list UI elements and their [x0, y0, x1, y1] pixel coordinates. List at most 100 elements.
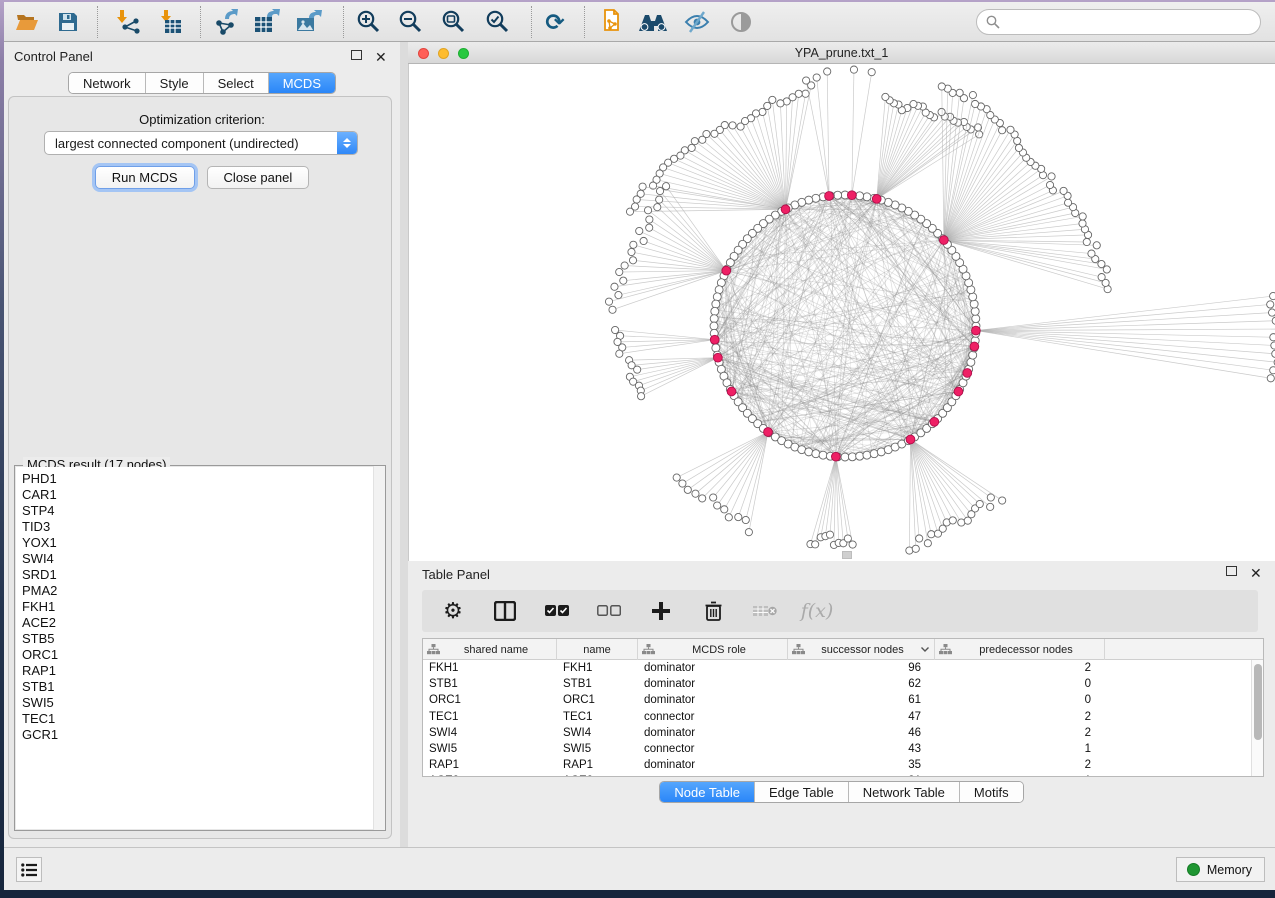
task-history-icon[interactable] — [16, 857, 42, 882]
mcds-result-item[interactable]: STP4 — [16, 503, 384, 519]
mcds-result-item[interactable]: TID3 — [16, 519, 384, 535]
select-all-columns-icon[interactable] — [544, 598, 570, 624]
panel-splitter[interactable] — [400, 42, 408, 847]
search-input[interactable] — [1006, 15, 1260, 30]
hide-graphics-details-icon[interactable] — [680, 5, 714, 39]
table-scrollbar[interactable] — [1251, 660, 1263, 776]
mcds-result-item[interactable]: SRD1 — [16, 567, 384, 583]
delete-column-icon[interactable] — [700, 598, 726, 624]
column-header-name[interactable]: name — [557, 639, 638, 660]
table-row[interactable]: ACE2ACE2connector311 — [423, 773, 1251, 776]
table-row[interactable]: FKH1FKH1dominator962 — [423, 660, 1251, 676]
column-header-predecessor-nodes[interactable]: predecessor nodes — [935, 639, 1105, 660]
deselect-all-columns-icon[interactable] — [596, 598, 622, 624]
table-cell: 2 — [935, 709, 1105, 725]
table-cell: dominator — [638, 692, 788, 708]
float-table-panel-icon[interactable] — [1226, 566, 1239, 578]
table-cell: dominator — [638, 676, 788, 692]
mcds-result-item[interactable]: RAP1 — [16, 663, 384, 679]
table-row[interactable]: TEC1TEC1connector472 — [423, 709, 1251, 725]
delete-table-icon — [752, 598, 778, 624]
table-row[interactable]: SWI5SWI5connector431 — [423, 741, 1251, 757]
tab-node-table[interactable]: Node Table — [660, 782, 755, 802]
table-cell: dominator — [638, 660, 788, 676]
export-image-icon[interactable] — [292, 5, 326, 39]
show-columns-icon[interactable] — [492, 598, 518, 624]
tab-network-table[interactable]: Network Table — [849, 782, 960, 802]
search-field[interactable] — [976, 9, 1261, 35]
mcds-result-item[interactable]: STB1 — [16, 679, 384, 695]
memory-button[interactable]: Memory — [1176, 857, 1265, 882]
mcds-result-item[interactable]: SWI5 — [16, 695, 384, 711]
tab-style[interactable]: Style — [146, 73, 204, 93]
table-cell: STB1 — [557, 676, 638, 692]
close-panel-icon[interactable]: ✕ — [375, 50, 388, 62]
open-file-icon[interactable] — [10, 5, 44, 39]
table-row[interactable]: RAP1RAP1dominator352 — [423, 757, 1251, 773]
table-cell: RAP1 — [557, 757, 638, 773]
canvas-scroll-grip[interactable] — [842, 551, 852, 559]
zoom-selected-icon[interactable] — [481, 5, 515, 39]
mcds-result-item[interactable]: FKH1 — [16, 599, 384, 615]
network-titlebar[interactable]: YPA_prune.txt_1 — [408, 42, 1275, 64]
mcds-list-scrollbar[interactable] — [373, 466, 385, 830]
network-canvas[interactable] — [408, 64, 1275, 561]
tab-select[interactable]: Select — [204, 73, 269, 93]
export-table-icon[interactable] — [250, 5, 284, 39]
mcds-result-item[interactable]: GCR1 — [16, 727, 384, 743]
clone-network-icon[interactable] — [594, 5, 628, 39]
mcds-result-item[interactable]: CAR1 — [16, 487, 384, 503]
export-network-icon[interactable] — [209, 5, 243, 39]
mcds-result-item[interactable]: STB5 — [16, 631, 384, 647]
table-cell: ACE2 — [423, 773, 557, 776]
table-scrollbar-thumb[interactable] — [1254, 664, 1262, 740]
zoom-in-icon[interactable] — [352, 5, 386, 39]
run-mcds-button[interactable]: Run MCDS — [95, 166, 195, 189]
table-cell: dominator — [638, 757, 788, 773]
mcds-result-item[interactable]: PMA2 — [16, 583, 384, 599]
optimization-criterion-select[interactable]: largest connected component (undirected) — [44, 131, 358, 155]
table-row[interactable]: SWI4SWI4dominator462 — [423, 725, 1251, 741]
column-header-MCDS-role[interactable]: MCDS role — [638, 639, 788, 660]
refresh-layout-icon[interactable]: ⟳ — [538, 5, 572, 39]
table-settings-icon[interactable]: ⚙ — [440, 598, 466, 624]
network-graph[interactable] — [409, 64, 1275, 561]
main-area: Control Panel ✕ NetworkStyleSelectMCDS O… — [4, 42, 1275, 847]
zoom-fit-icon[interactable] — [437, 5, 471, 39]
table-panel-header: Table Panel ✕ — [408, 561, 1275, 587]
show-graphics-details-icon[interactable] — [724, 5, 758, 39]
optimization-criterion-value: largest connected component (undirected) — [45, 136, 337, 151]
column-header-successor-nodes[interactable]: successor nodes — [788, 639, 935, 660]
memory-status-icon — [1187, 863, 1200, 876]
mcds-result-item[interactable]: YOX1 — [16, 535, 384, 551]
import-table-icon[interactable] — [154, 5, 188, 39]
mcds-result-list[interactable]: PHD1CAR1STP4TID3YOX1SWI4SRD1PMA2FKH1ACE2… — [16, 467, 384, 829]
mcds-result-item[interactable]: ORC1 — [16, 647, 384, 663]
close-table-panel-icon[interactable]: ✕ — [1250, 566, 1263, 578]
tab-mcds[interactable]: MCDS — [269, 73, 335, 93]
create-column-icon[interactable] — [648, 598, 674, 624]
mcds-result-item[interactable]: TEC1 — [16, 711, 384, 727]
float-panel-icon[interactable] — [351, 50, 364, 62]
mcds-result-item[interactable]: SWI4 — [16, 551, 384, 567]
tab-motifs[interactable]: Motifs — [960, 782, 1023, 802]
table-cell: 61 — [788, 692, 935, 708]
function-builder-icon: f(x) — [804, 598, 830, 624]
table-cell: 47 — [788, 709, 935, 725]
table-cell: 43 — [788, 741, 935, 757]
zoom-out-icon[interactable] — [394, 5, 428, 39]
column-header-shared-name[interactable]: shared name — [423, 639, 557, 660]
tab-edge-table[interactable]: Edge Table — [755, 782, 849, 802]
import-network-icon[interactable] — [112, 5, 146, 39]
mcds-result-item[interactable]: PHD1 — [16, 471, 384, 487]
mcds-result-item[interactable]: ACE2 — [16, 615, 384, 631]
close-panel-button[interactable]: Close panel — [207, 166, 310, 189]
table-cell: 0 — [935, 692, 1105, 708]
tab-network[interactable]: Network — [69, 73, 146, 93]
table-row[interactable]: ORC1ORC1dominator610 — [423, 692, 1251, 708]
toolbar-separator — [200, 6, 201, 38]
first-neighbors-icon[interactable] — [636, 5, 670, 39]
table-row[interactable]: STB1STB1dominator620 — [423, 676, 1251, 692]
table-cell: SWI5 — [557, 741, 638, 757]
save-session-icon[interactable] — [51, 5, 85, 39]
